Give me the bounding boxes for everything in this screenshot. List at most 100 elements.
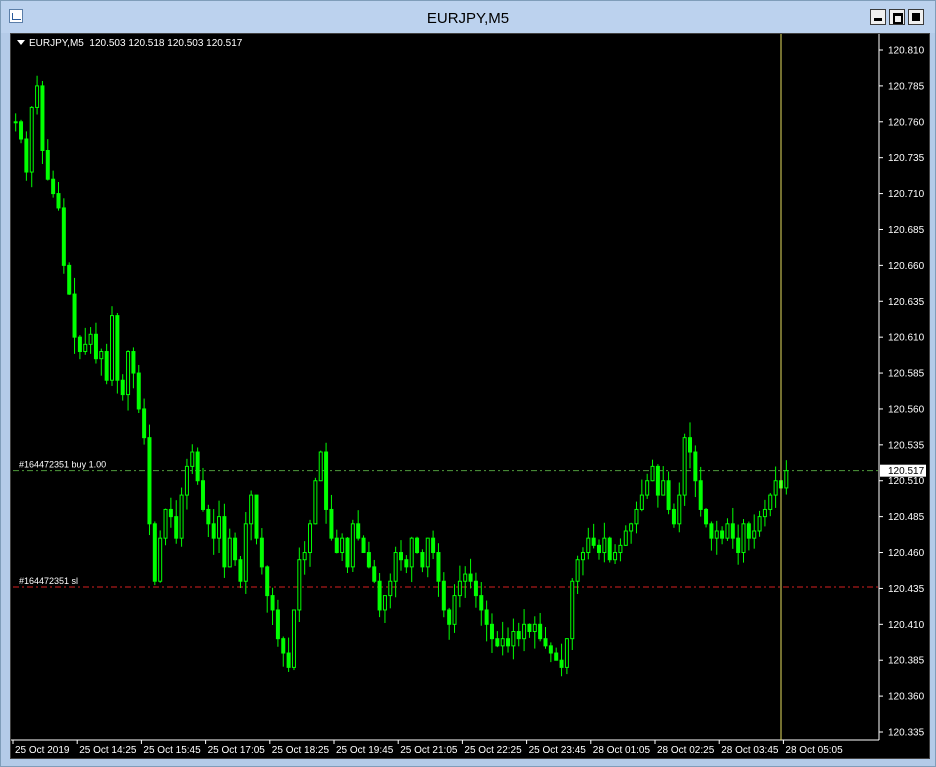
candle [762, 499, 767, 527]
candle-body [409, 537, 414, 568]
candle [168, 497, 173, 528]
candle [650, 459, 655, 482]
candle-body [329, 508, 334, 539]
candle-body [265, 566, 270, 597]
candle-body [382, 595, 387, 611]
candle [131, 347, 136, 389]
price-tick-label: 120.360 [888, 692, 925, 703]
price-tick-label: 120.810 [888, 46, 925, 57]
candle-body [564, 638, 569, 668]
candle [238, 555, 243, 589]
maximize-button[interactable] [889, 9, 905, 25]
candle-body [249, 494, 254, 525]
candle-body [56, 193, 61, 209]
candle-body [318, 451, 323, 482]
candle-body [597, 544, 602, 554]
price-tick-label: 120.735 [888, 153, 925, 164]
candle [548, 642, 553, 663]
price-tick-label: 120.385 [888, 656, 925, 667]
candle [29, 106, 34, 188]
price-tick-label: 120.485 [888, 512, 925, 523]
candle-body [639, 494, 644, 510]
candle [671, 503, 676, 528]
candle-body [548, 645, 553, 654]
candle [233, 532, 238, 566]
candle-body [522, 623, 527, 640]
candle-body [682, 437, 687, 496]
candle-body [709, 523, 714, 539]
candle [613, 544, 618, 565]
candle [302, 541, 307, 575]
price-tick-label: 120.760 [888, 117, 925, 128]
candle-body [698, 480, 703, 510]
candle [698, 466, 703, 517]
candle-body [591, 537, 596, 546]
candle [190, 444, 195, 474]
candle-body [190, 451, 195, 467]
title-bar[interactable]: EURJPY,M5 [1, 1, 935, 33]
candle-body [275, 609, 280, 640]
price-tick-label: 120.460 [888, 548, 925, 559]
price-axis[interactable]: 120.810 120.785 120.760 120.735 120.710 120.6… [878, 34, 925, 740]
chart-canvas[interactable]: 120.810 120.785 120.760 120.735 120.710 120.6… [11, 34, 929, 758]
candle [602, 522, 607, 563]
candle-body [532, 623, 537, 632]
candle-body [736, 537, 741, 554]
candle-body [206, 508, 211, 525]
candle-body [281, 638, 286, 654]
candle [110, 306, 115, 386]
candle-body [110, 315, 115, 381]
candle [730, 507, 735, 549]
candle-body [345, 537, 350, 568]
candle [511, 618, 516, 660]
candle [570, 578, 575, 651]
candle-body [431, 537, 436, 554]
candle-body [452, 595, 457, 625]
candle [516, 622, 521, 647]
candle [163, 508, 168, 546]
candle-body [463, 573, 468, 582]
candle-body [217, 516, 222, 539]
price-tick-label: 120.510 [888, 476, 925, 487]
time-tick-label: 25 Oct 23:45 [529, 745, 587, 756]
time-axis[interactable]: 25 Oct 2019 25 Oct 14:25 25 Oct 15:45 25 Oc… [11, 739, 879, 756]
candle-body [629, 523, 634, 532]
minimize-button[interactable] [870, 9, 886, 25]
candle-body [441, 580, 446, 611]
candle-body [687, 437, 692, 453]
candle [324, 442, 329, 524]
dropdown-triangle-icon[interactable] [17, 40, 25, 45]
candle [136, 364, 141, 414]
candle [104, 343, 109, 385]
price-chart[interactable]: 120.810 120.785 120.760 120.735 120.710 120.6… [10, 33, 930, 759]
candle-body [666, 480, 671, 510]
candle-body [784, 470, 789, 489]
price-tick-label: 120.710 [888, 189, 925, 200]
candle-body [120, 379, 125, 396]
price-tick-label: 120.635 [888, 297, 925, 308]
chart-info-header[interactable]: EURJPY,M5 120.503 120.518 120.503 120.51… [17, 38, 242, 49]
candle [484, 600, 489, 642]
candle [200, 467, 205, 512]
candle-body [425, 537, 430, 568]
candle [24, 131, 29, 181]
candle [40, 80, 45, 164]
candle [377, 573, 382, 618]
candle [757, 510, 762, 537]
candle-body [88, 333, 93, 345]
candle-body [211, 523, 216, 539]
time-tick-label: 25 Oct 2019 [15, 745, 70, 756]
candle [399, 540, 403, 571]
candle-body [227, 537, 232, 568]
candle-body [768, 494, 773, 510]
candle [522, 609, 527, 652]
close-button[interactable] [908, 9, 924, 25]
candle [618, 538, 623, 562]
candle-body [500, 638, 505, 647]
candle-body [45, 150, 50, 180]
candle [249, 490, 254, 541]
symbol-timeframe: EURJPY,M5 [29, 38, 84, 49]
price-tick-label: 120.610 [888, 333, 925, 344]
candle-body [131, 351, 136, 374]
candle-body [377, 580, 382, 611]
